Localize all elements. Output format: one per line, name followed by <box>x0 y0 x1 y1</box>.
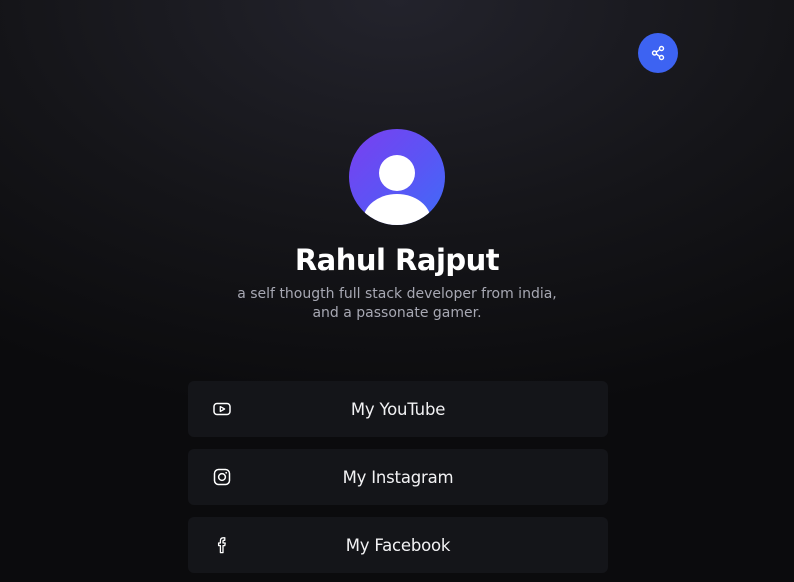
instagram-icon <box>212 467 232 487</box>
youtube-icon <box>212 399 232 419</box>
profile-name: Rahul Rajput <box>294 243 500 277</box>
facebook-link-button[interactable]: My Facebook <box>188 517 608 573</box>
share-icon <box>651 45 665 61</box>
youtube-link-label: My YouTube <box>350 399 446 419</box>
bio-line-1: a self thougth full stack developer from… <box>237 286 557 302</box>
profile-section: Rahul Rajput a self thougth full stack d… <box>0 129 794 323</box>
instagram-link-label: My Instagram <box>342 467 454 487</box>
link-list: My YouTube My Instagram My Facebook <box>188 381 608 582</box>
profile-bio: a self thougth full stack developer from… <box>217 285 577 323</box>
avatar <box>349 129 445 225</box>
share-button[interactable] <box>638 33 678 73</box>
youtube-link-button[interactable]: My YouTube <box>188 381 608 437</box>
bio-line-2: and a passonate gamer. <box>312 305 482 321</box>
user-avatar-icon <box>363 155 431 225</box>
facebook-link-label: My Facebook <box>345 535 451 555</box>
facebook-icon <box>212 535 232 555</box>
instagram-link-button[interactable]: My Instagram <box>188 449 608 505</box>
